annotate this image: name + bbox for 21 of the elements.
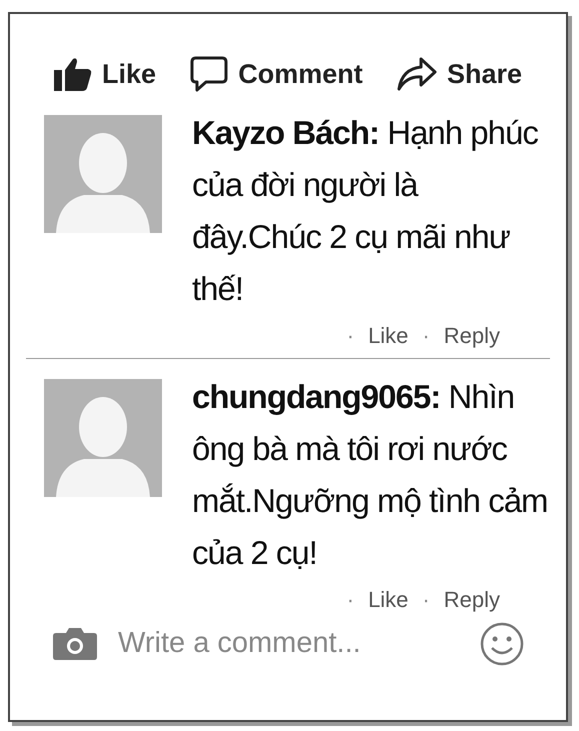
like-button[interactable]: Like [54,54,156,94]
separator-dot: · [422,322,430,350]
comment-button[interactable]: Comment [190,54,363,94]
separator-dot: · [346,322,354,350]
camera-icon [52,626,98,660]
separator-dot: · [346,586,354,614]
like-link[interactable]: Like [368,582,408,616]
comment-text: chungdang9065: Nhìn ông bà mà tôi rơi nước mắt.Ngưỡng mộ tình cảm của 2 cụ! [192,376,549,572]
speech-bubble-icon [190,56,228,92]
thumbs-up-icon [54,57,92,92]
share-arrow-icon [396,57,437,92]
separator-dot: · [422,586,430,614]
smiley-icon[interactable] [480,622,524,666]
reply-link[interactable]: Reply [444,582,500,616]
reply-link[interactable]: Reply [444,318,500,352]
share-button[interactable]: Share [396,54,522,94]
comment-input[interactable]: Write a comment... [118,622,460,666]
comment-text: Kayzo Bách: Hạnh phúc của đời người là đây.Chúc 2 cụ mãi như thế! [192,112,539,308]
avatar-icon [44,378,162,496]
avatar-icon [44,114,162,232]
like-link[interactable]: Like [368,318,408,352]
